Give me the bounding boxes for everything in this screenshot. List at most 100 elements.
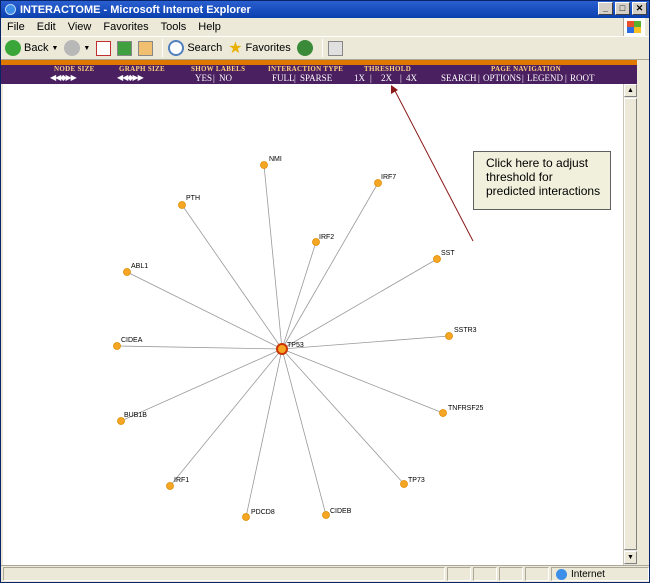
edge-irf2 [281, 241, 317, 350]
show-labels-yes[interactable]: YES [195, 73, 212, 83]
graph-size-header: GRAPH SIZE [119, 65, 165, 73]
node-label-cideb: CIDEB [330, 508, 352, 515]
search-button[interactable]: Search [168, 40, 222, 56]
history-icon[interactable] [296, 40, 313, 56]
node-label-pth: PTH [186, 195, 200, 202]
interaction-full[interactable]: FULL [272, 73, 295, 83]
edge-irf1 [169, 348, 283, 487]
nav-separator: | [522, 73, 524, 83]
home-icon[interactable] [138, 40, 154, 56]
node-label-sstr3: SSTR3 [454, 327, 477, 334]
refresh-icon[interactable] [117, 40, 133, 56]
node-label-nmi: NMI [269, 156, 282, 163]
graph-size-arrows[interactable]: ◀◀◆▶▶ [117, 73, 144, 82]
menu-file[interactable]: File [7, 21, 25, 33]
forward-arrow-icon [64, 40, 81, 56]
node-label-bub1b: BUB1B [124, 412, 147, 419]
menu-edit[interactable]: Edit [37, 21, 56, 33]
interaction-type-header: INTERACTION TYPE [268, 65, 344, 73]
edge-nmi [263, 164, 283, 350]
threshold-4x[interactable]: 4X [406, 73, 417, 83]
node-label-irf7: IRF7 [381, 174, 396, 181]
node-label-tnfrsf25: TNFRSF25 [448, 405, 484, 412]
node-sst[interactable] [433, 255, 441, 263]
callout-arrowhead-icon [391, 85, 398, 94]
node-size-header: NODE SIZE [54, 65, 95, 73]
node-nmi[interactable] [260, 161, 268, 169]
node-label-center: TP53 [287, 342, 304, 349]
maximize-button[interactable]: □ [615, 2, 630, 15]
nav-separator: | [478, 73, 480, 83]
stop-icon[interactable] [96, 40, 112, 56]
ie-icon [5, 4, 16, 15]
node-tnfrsf25[interactable] [439, 409, 447, 417]
show-labels-header: SHOW LABELS [191, 65, 246, 73]
menu-favorites[interactable]: Favorites [103, 21, 148, 33]
status-bar: Internet [1, 565, 649, 582]
minimize-button[interactable]: _ [598, 2, 613, 15]
back-arrow-icon [5, 40, 21, 56]
interactome-nav-bar: NODE SIZE ◀◀◆▶▶ GRAPH SIZE ◀◀◆▶▶ SHOW LA… [1, 60, 637, 84]
node-label-cidea: CIDEA [121, 337, 143, 344]
windows-logo-icon [623, 18, 645, 36]
callout-pointer-line [392, 86, 474, 242]
scroll-up-button[interactable]: ▲ [624, 84, 637, 97]
window-title: INTERACTOME - Microsoft Internet Explore… [20, 3, 251, 16]
title-bar: INTERACTOME - Microsoft Internet Explore… [1, 1, 649, 18]
node-pdcd8[interactable] [242, 513, 250, 521]
menu-tools[interactable]: Tools [161, 21, 187, 33]
node-label-abl1: ABL1 [131, 263, 148, 270]
star-icon: ★ [228, 40, 243, 57]
node-abl1[interactable] [123, 268, 131, 276]
interaction-sparse[interactable]: SPARSE [300, 73, 332, 83]
nav-separator: | [294, 73, 296, 83]
back-button[interactable]: Back ▼ [5, 40, 58, 56]
node-center-tp53[interactable] [276, 343, 288, 355]
menu-view[interactable]: View [68, 21, 92, 33]
internet-zone: Internet [551, 567, 649, 581]
nav-options-link[interactable]: OPTIONS [483, 73, 521, 83]
close-button[interactable]: ✕ [632, 2, 647, 15]
node-tp73[interactable] [400, 480, 408, 488]
scroll-thumb[interactable] [624, 98, 637, 550]
node-size-arrows[interactable]: ◀◀◆▶▶ [50, 73, 77, 82]
browser-window: INTERACTOME - Microsoft Internet Explore… [0, 0, 650, 583]
print-icon[interactable] [327, 40, 343, 56]
node-label-irf1: IRF1 [174, 477, 189, 484]
node-sstr3[interactable] [445, 332, 453, 340]
toolbar: Back ▼ ▼ Search ★ Favorites [1, 36, 649, 60]
threshold-2x[interactable]: 2X [381, 73, 392, 83]
vertical-scrollbar[interactable]: ▲ ▼ [623, 84, 637, 565]
page-navigation-header: PAGE NAVIGATION [491, 65, 562, 73]
threshold-callout: Click here to adjust threshold for predi… [473, 151, 611, 210]
node-label-irf2: IRF2 [319, 234, 334, 241]
node-irf1[interactable] [166, 482, 174, 490]
node-pth[interactable] [178, 201, 186, 209]
edge-pth [181, 204, 283, 350]
favorites-button[interactable]: ★ Favorites [228, 38, 291, 58]
forward-dropdown-icon: ▼ [83, 44, 91, 52]
scroll-down-button[interactable]: ▼ [624, 551, 637, 564]
edge-cidea [116, 345, 283, 350]
edge-bub1b [120, 348, 283, 422]
menu-help[interactable]: Help [198, 21, 221, 33]
nav-root-link[interactable]: ROOT [570, 73, 595, 83]
edge-abl1 [126, 271, 283, 350]
back-dropdown-icon: ▼ [51, 44, 59, 52]
threshold-1x[interactable]: 1X [354, 73, 365, 83]
nav-separator: | [370, 73, 372, 83]
node-cidea[interactable] [113, 342, 121, 350]
forward-button[interactable]: ▼ [64, 40, 90, 56]
node-label-tp73: TP73 [408, 477, 425, 484]
show-labels-no[interactable]: NO [219, 73, 232, 83]
status-text-cell [3, 567, 445, 581]
menu-bar: File Edit View Favorites Tools Help [1, 18, 649, 36]
nav-separator: | [213, 73, 215, 83]
edge-tnfrsf25 [281, 348, 444, 414]
nav-search-link[interactable]: SEARCH [441, 73, 477, 83]
edge-irf7 [281, 182, 379, 350]
window-edge [637, 60, 649, 565]
node-cideb[interactable] [322, 511, 330, 519]
nav-legend-link[interactable]: LEGEND [527, 73, 563, 83]
edge-sst [281, 258, 438, 350]
